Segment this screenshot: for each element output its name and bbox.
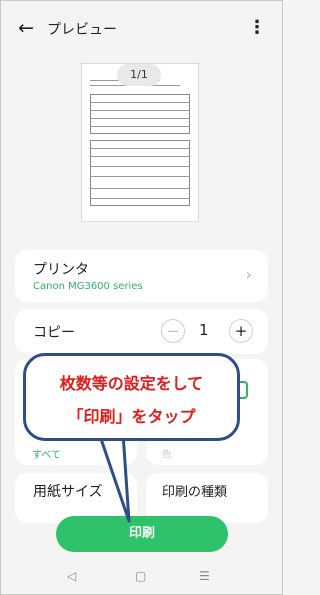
nav-recent-icon[interactable]: ☰	[199, 569, 210, 583]
page-title: プレビュー	[47, 22, 117, 38]
doc-line	[90, 148, 190, 149]
system-nav-bar: ◁ ▢ ☰	[1, 561, 282, 594]
instruction-callout: 枚数等の設定をして 「印刷」をタップ	[23, 353, 240, 441]
print-button[interactable]: 印刷	[56, 516, 228, 552]
doc-line	[90, 198, 190, 199]
doc-line	[90, 176, 190, 177]
nav-home-icon[interactable]: ▢	[135, 569, 146, 583]
printer-selector[interactable]: プリンタ Canon MG3600 series ›	[15, 250, 268, 302]
chevron-right-icon: ›	[245, 265, 252, 284]
doc-line	[90, 156, 190, 157]
callout-text-line2: 「印刷」をタップ	[67, 407, 196, 426]
page-range-value: すべて	[32, 450, 61, 461]
doc-table	[90, 94, 190, 134]
callout-text-line1: 枚数等の設定をして	[59, 374, 204, 393]
paper-size-label: 用紙サイズ	[33, 484, 103, 500]
doc-table	[90, 140, 190, 206]
color-value: 色	[162, 450, 172, 460]
doc-line	[90, 118, 190, 119]
more-options-icon[interactable]: ⋮	[247, 15, 267, 41]
copies-count: 1	[199, 321, 209, 339]
doc-line	[90, 110, 190, 111]
decrease-copies-button[interactable]: −	[161, 319, 185, 343]
page-indicator: 1/1	[117, 64, 161, 86]
copies-card: コピー − 1 +	[15, 309, 268, 354]
nav-back-icon[interactable]: ◁	[67, 569, 76, 583]
print-type-label: 印刷の種類	[162, 485, 228, 500]
app-bar: ← プレビュー ⋮	[1, 1, 282, 57]
doc-line	[90, 126, 190, 127]
doc-line	[90, 166, 190, 167]
doc-line	[90, 102, 190, 103]
document-preview[interactable]	[81, 63, 199, 222]
printer-name: Canon MG3600 series	[33, 281, 143, 292]
copies-label: コピー	[33, 325, 75, 341]
back-arrow-icon[interactable]: ←	[15, 17, 37, 39]
printer-label: プリンタ	[33, 262, 89, 278]
doc-line	[90, 188, 190, 189]
increase-copies-button[interactable]: +	[229, 319, 253, 343]
